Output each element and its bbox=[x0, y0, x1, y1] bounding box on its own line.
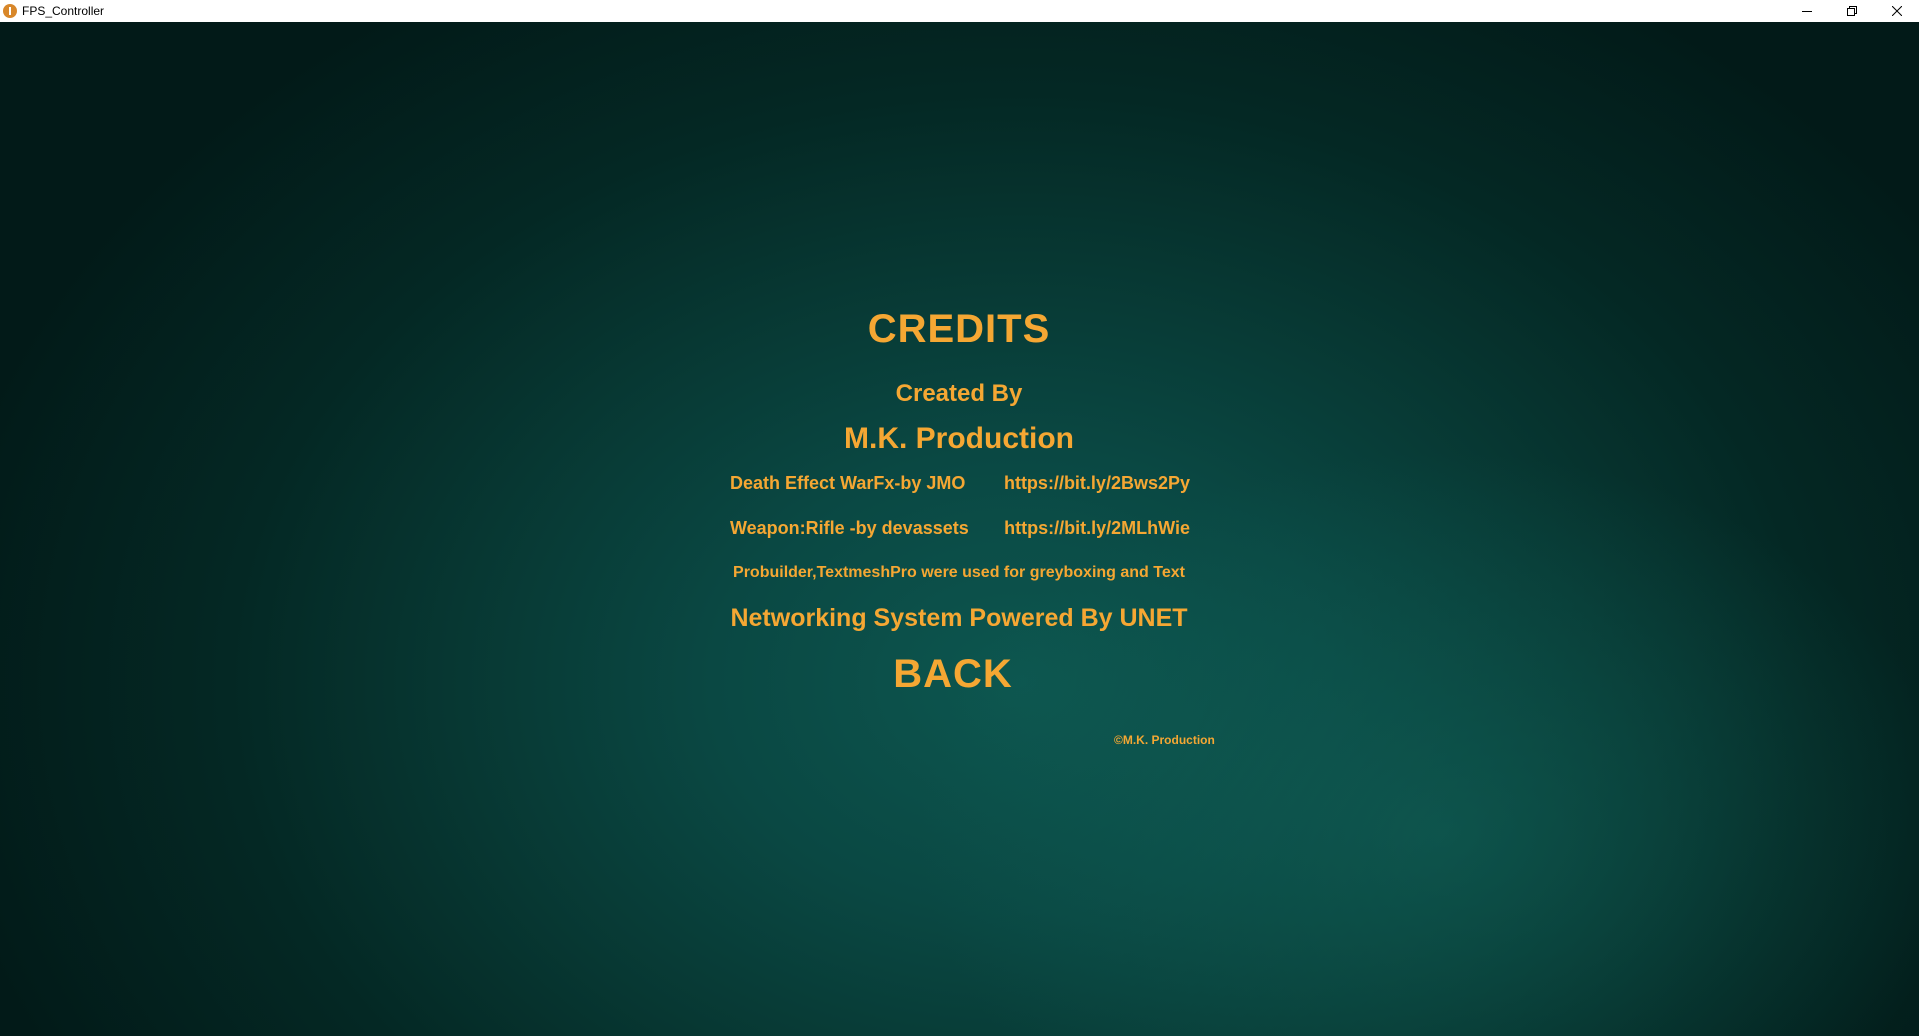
asset-credit-link[interactable]: https://bit.ly/2Bws2Py bbox=[1004, 473, 1190, 494]
asset-credit-link[interactable]: https://bit.ly/2MLhWie bbox=[1004, 518, 1190, 539]
copyright-text: ©M.K. Production bbox=[1114, 733, 1215, 747]
networking-note: Networking System Powered By UNET bbox=[730, 604, 1188, 632]
minimize-button[interactable] bbox=[1784, 0, 1829, 22]
close-icon bbox=[1891, 6, 1902, 16]
restore-button[interactable] bbox=[1829, 0, 1874, 22]
game-window: FPS_Controller CREDITS Created By M.K. P… bbox=[0, 0, 1919, 1036]
asset-credit-row: Weapon:Rifle -by devassets https://bit.l… bbox=[730, 518, 1190, 539]
asset-credit-row: Death Effect WarFx-by JMO https://bit.ly… bbox=[730, 473, 1190, 494]
game-viewport: CREDITS Created By M.K. Production Death… bbox=[0, 22, 1919, 1036]
minimize-icon bbox=[1801, 11, 1812, 12]
tools-note: Probuilder,TextmeshPro were used for gre… bbox=[733, 564, 1185, 581]
window-title: FPS_Controller bbox=[22, 4, 105, 18]
restore-icon bbox=[1846, 6, 1857, 16]
back-button[interactable]: BACK bbox=[893, 652, 1013, 697]
title-bar[interactable]: FPS_Controller bbox=[0, 0, 1919, 22]
close-button[interactable] bbox=[1874, 0, 1919, 22]
credits-heading: CREDITS bbox=[867, 307, 1051, 351]
app-icon bbox=[3, 4, 17, 18]
window-controls bbox=[1784, 0, 1919, 22]
studio-name: M.K. Production bbox=[844, 422, 1074, 455]
created-by-label: Created By bbox=[895, 380, 1023, 407]
asset-credit-name: Weapon:Rifle -by devassets bbox=[730, 518, 969, 538]
credits-panel: CREDITS Created By M.K. Production Death… bbox=[0, 22, 1919, 1036]
asset-credit-name: Death Effect WarFx-by JMO bbox=[730, 473, 966, 493]
